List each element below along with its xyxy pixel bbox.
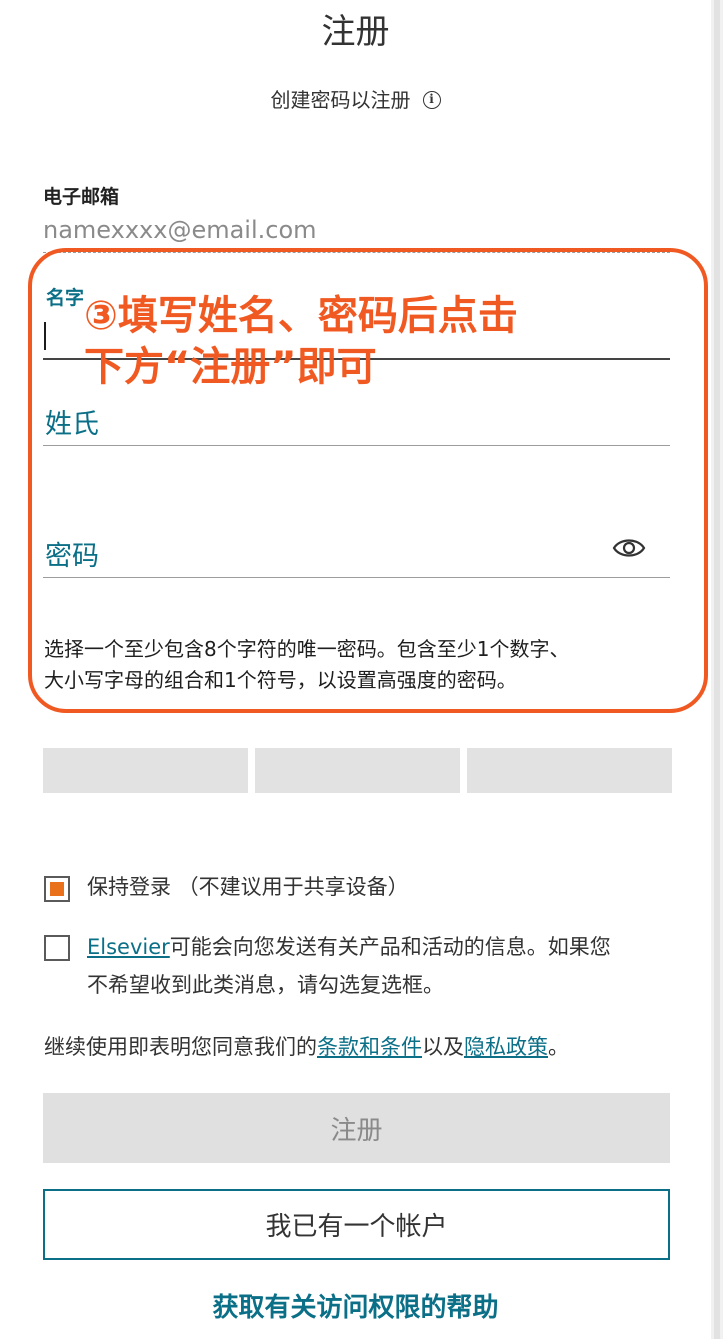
subtitle-text: 创建密码以注册 xyxy=(270,88,411,112)
page-subtitle: 创建密码以注册 i xyxy=(0,84,711,113)
privacy-link[interactable]: 隐私政策 xyxy=(464,1035,548,1059)
eye-icon[interactable] xyxy=(612,536,646,560)
page-title: 注册 xyxy=(321,12,390,52)
first-name-label: 名字 xyxy=(46,287,85,309)
password-hint-line1: 选择一个至少包含8个字符的唯一密码。包含至少1个数字、 xyxy=(44,637,570,661)
marketing-opt-out-text: Elsevier可能会向您发送有关产品和活动的信息。如果您 不希望收到此类消息，… xyxy=(87,928,687,1004)
annotation-line2: 下方“注册”即可 xyxy=(84,344,377,390)
terms-notice: 继续使用即表明您同意我们的条款和条件以及隐私政策。 xyxy=(44,1031,569,1061)
info-icon[interactable]: i xyxy=(422,91,441,109)
email-label: 电子邮箱 xyxy=(43,186,120,208)
register-button[interactable]: 注册 xyxy=(43,1093,670,1163)
email-value: namexxxx@email.com xyxy=(43,216,317,244)
password-input[interactable] xyxy=(43,577,670,578)
password-label[interactable]: 密码 xyxy=(45,534,99,573)
terms-middle: 以及 xyxy=(422,1035,464,1059)
scrollbar-thumb[interactable] xyxy=(714,0,720,1339)
marketing-text-line1: 可能会向您发送有关产品和活动的信息。如果您 xyxy=(169,935,611,959)
keep-signed-in-checkbox[interactable] xyxy=(44,876,70,902)
email-underline xyxy=(43,252,670,253)
terms-link[interactable]: 条款和条件 xyxy=(317,1035,422,1059)
scrollbar-track[interactable] xyxy=(711,0,723,1339)
password-strength-segment-1 xyxy=(43,748,248,793)
keep-signed-in-label[interactable]: 保持登录 （不建议用于共享设备） xyxy=(87,868,409,906)
terms-suffix: 。 xyxy=(548,1035,569,1059)
access-help-link[interactable]: 获取有关访问权限的帮助 xyxy=(0,1287,711,1324)
first-name-input-caret[interactable] xyxy=(44,322,46,350)
marketing-opt-out-checkbox[interactable] xyxy=(44,935,70,961)
password-hint: 选择一个至少包含8个字符的唯一密码。包含至少1个数字、 大小写字母的组合和1个符… xyxy=(44,634,684,696)
marketing-text-line2: 不希望收到此类消息，请勾选复选框。 xyxy=(87,973,444,997)
sign-in-button[interactable]: 我已有一个帐户 xyxy=(43,1189,670,1260)
terms-prefix: 继续使用即表明您同意我们的 xyxy=(44,1035,317,1059)
password-hint-line2: 大小写字母的组合和1个符号，以设置高强度的密码。 xyxy=(44,668,517,692)
password-strength-segment-2 xyxy=(255,748,460,793)
annotation-callout: ③填写姓名、密码后点击 下方“注册”即可 xyxy=(84,291,644,393)
annotation-line1: ③填写姓名、密码后点击 xyxy=(84,293,518,339)
last-name-label[interactable]: 姓氏 xyxy=(45,402,99,441)
password-strength-segment-3 xyxy=(467,748,672,793)
elsevier-link[interactable]: Elsevier xyxy=(87,935,170,959)
last-name-input[interactable] xyxy=(43,445,670,446)
